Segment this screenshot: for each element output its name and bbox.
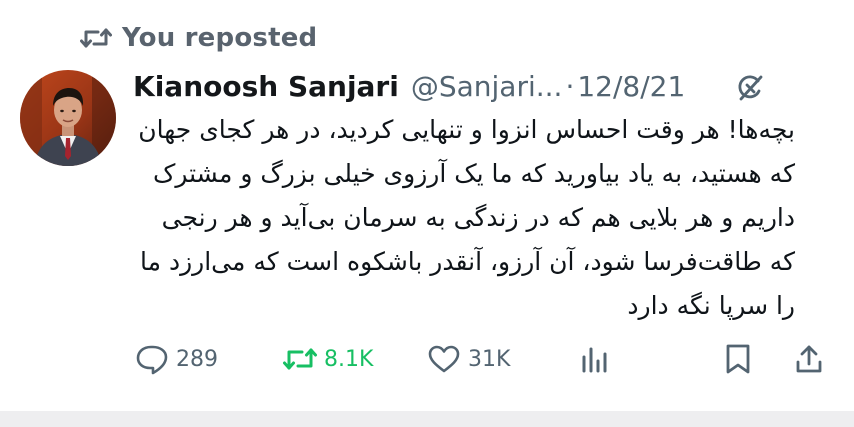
heart-icon <box>426 343 462 375</box>
tweet-date[interactable]: 12/8/21 <box>577 70 685 103</box>
repost-count: 8.1K <box>324 346 374 372</box>
like-count: 31K <box>468 346 511 372</box>
grok-icon[interactable] <box>730 70 770 106</box>
repost-icon <box>282 343 318 375</box>
share-button[interactable] <box>793 336 825 382</box>
bookmark-icon <box>723 343 753 375</box>
share-icon <box>793 343 825 375</box>
tweet-card[interactable]: You reposted Kianoosh Sanjari @Sanjari..… <box>0 0 854 412</box>
analytics-icon <box>578 343 610 375</box>
tweet-header: Kianoosh Sanjari @Sanjari... · 12/8/21 <box>133 64 773 108</box>
header-separator: · <box>565 69 575 103</box>
reply-icon <box>134 343 170 375</box>
views-button[interactable] <box>578 336 610 382</box>
bottom-divider <box>0 411 854 427</box>
author-handle[interactable]: @Sanjari... <box>411 70 563 103</box>
author-avatar[interactable] <box>20 70 116 166</box>
repost-button[interactable]: 8.1K <box>282 336 373 382</box>
repost-indicator: You reposted <box>80 20 317 56</box>
reply-count: 289 <box>176 346 218 372</box>
repost-icon <box>80 23 122 53</box>
action-bar: 289 8.1K 31K <box>0 336 854 382</box>
tweet-text: بچه‌ها! هر وقت احساس انزوا و تنهایی کردی… <box>138 115 795 320</box>
reply-button[interactable]: 289 <box>134 336 218 382</box>
like-button[interactable]: 31K <box>426 336 510 382</box>
repost-label: You reposted <box>122 23 318 53</box>
bookmark-button[interactable] <box>723 336 753 382</box>
author-name[interactable]: Kianoosh Sanjari <box>133 70 399 103</box>
